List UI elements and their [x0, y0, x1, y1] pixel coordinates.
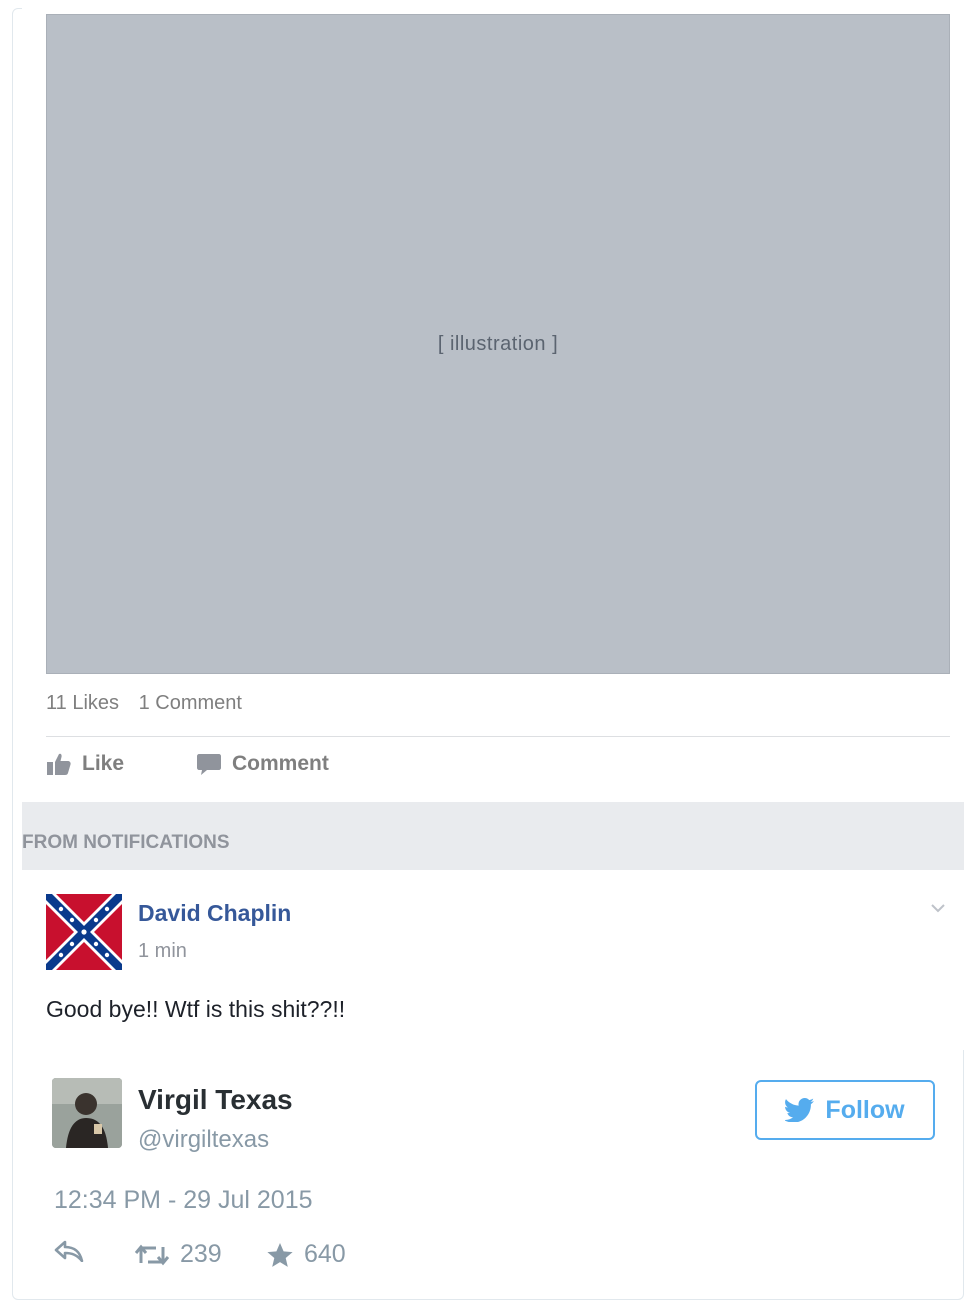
divider	[46, 736, 950, 737]
reply-button[interactable]	[54, 1240, 94, 1262]
section-label: FROM NOTIFICATIONS	[22, 832, 230, 853]
chevron-down-icon[interactable]	[930, 900, 946, 916]
reply-icon	[54, 1240, 84, 1262]
star-icon	[267, 1242, 293, 1267]
notification-comment: David Chaplin 1 min Good bye!! Wtf is th…	[22, 870, 964, 1050]
retweet-icon	[134, 1244, 170, 1265]
favorite-count: 640	[304, 1240, 346, 1268]
retweet-button[interactable]: 239	[134, 1240, 222, 1269]
comment-text: Good bye!! Wtf is this shit??!!	[46, 996, 346, 1022]
likes-count[interactable]: 11 Likes	[46, 692, 119, 714]
post-image: [ illustration ]	[46, 14, 950, 674]
tweet-timestamp[interactable]: 12:34 PM - 29 Jul 2015	[54, 1186, 313, 1215]
avatar[interactable]	[52, 1078, 122, 1148]
like-button[interactable]: Like	[46, 752, 124, 776]
facebook-screenshot: [ illustration ] 11 Likes 1 Comment Like…	[22, 0, 964, 1050]
like-label: Like	[82, 752, 125, 775]
comment-time[interactable]: 1 min	[138, 940, 187, 963]
follow-button[interactable]: Follow	[755, 1080, 935, 1140]
post-stats: 11 Likes 1 Comment	[46, 692, 256, 715]
retweet-count: 239	[180, 1240, 222, 1268]
profile-photo	[52, 1078, 122, 1148]
notifications-section-header: FROM NOTIFICATIONS	[22, 802, 964, 870]
facebook-post-card: [ illustration ] 11 Likes 1 Comment Like…	[22, 0, 964, 800]
author-name[interactable]: Virgil Texas	[138, 1084, 293, 1116]
twitter-bird-icon	[785, 1098, 815, 1122]
follow-label: Follow	[825, 1095, 905, 1124]
comment-label: Comment	[232, 752, 329, 775]
comments-count[interactable]: 1 Comment	[139, 692, 242, 714]
avatar[interactable]	[46, 894, 122, 970]
thumbs-up-icon	[47, 753, 71, 775]
author-handle[interactable]: @virgiltexas	[138, 1126, 269, 1154]
image-placeholder-label: [ illustration ]	[437, 332, 559, 355]
comment-bubble-icon	[197, 754, 221, 775]
comment-author[interactable]: David Chaplin	[138, 900, 291, 927]
favorite-button[interactable]: 640	[266, 1240, 346, 1269]
comment-button[interactable]: Comment	[196, 752, 329, 776]
